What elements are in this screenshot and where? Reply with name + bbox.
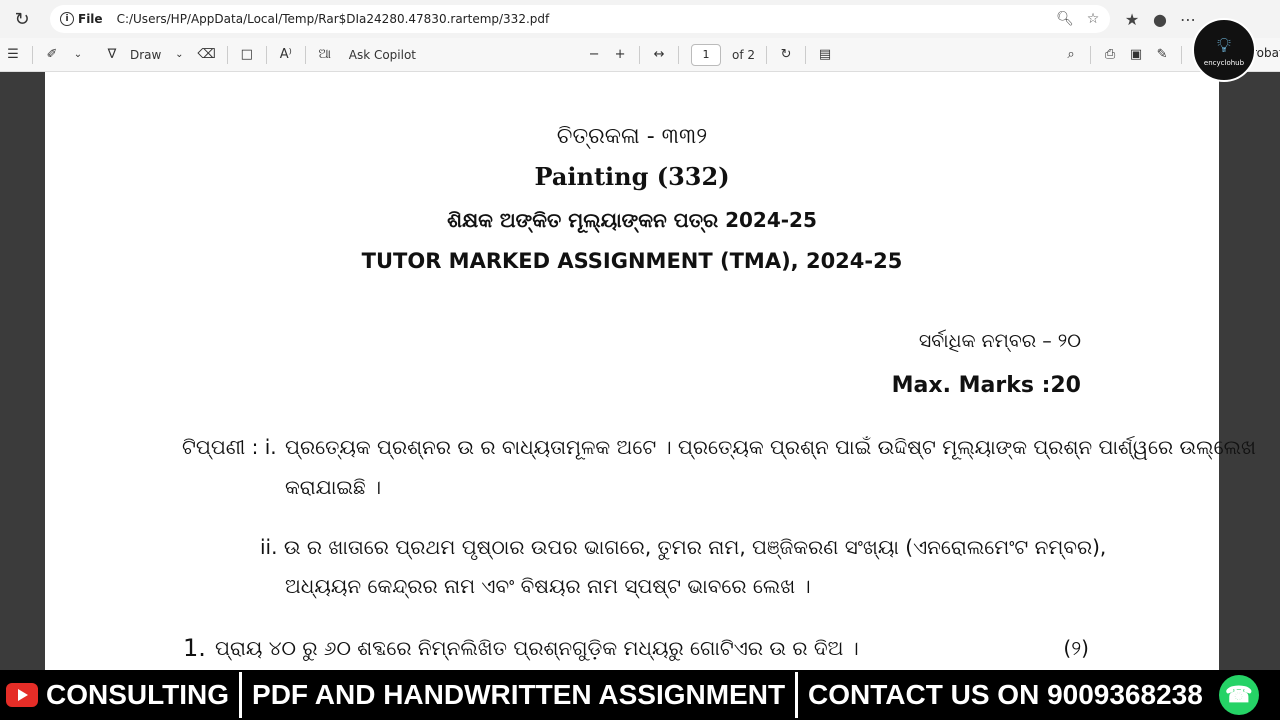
read-aloud-icon[interactable]: A⁾ (273, 42, 299, 68)
banner-divider (795, 672, 799, 718)
page-total-label: of 2 (732, 47, 756, 62)
subject-title-english: Painting (332) (534, 162, 730, 191)
draw-button-label[interactable]: Draw (125, 42, 166, 68)
eraser-icon[interactable]: ⌫ (192, 42, 220, 68)
save-as-icon[interactable]: ✎ (1149, 42, 1175, 68)
note-label: ଟିପ୍ପଣୀ : i. (182, 435, 277, 459)
contents-menu-icon[interactable]: ☰ (0, 42, 26, 68)
question-1-number: 1. (183, 634, 206, 662)
rotate-icon[interactable]: ↻ (773, 42, 799, 68)
zoom-icon[interactable]: 🔍︎ (1054, 11, 1076, 27)
search-icon[interactable]: ⌕ (1058, 42, 1084, 68)
divider (32, 45, 33, 64)
max-marks-english: Max. Marks :20 (891, 373, 1081, 398)
promo-banner: CONSULTING PDF AND HANDWRITTEN ASSIGNMEN… (0, 670, 1280, 720)
translate-icon[interactable]: ଆ (312, 42, 338, 68)
assignment-subtitle-odia: ଶିକ୍ଷକ ଅଙ୍କିତ ମୂଲ୍ୟାଙ୍କନ ପତ୍ର 2024-25 (447, 208, 817, 232)
pdf-toolbar: ☰ ✐ ⌄ ∇ Draw ⌄ ⌫ □ A⁾ ଆ Ask Copilot − + … (0, 38, 1280, 72)
scheme-label: File (78, 12, 103, 26)
question-1-text: ପ୍ରାୟ ୪୦ ରୁ ୬୦ ଶବ୍ଦରେ ନିମ୍ନଲିଖିତ ପ୍ରଶ୍ନଗ… (215, 636, 859, 660)
banner-assignment: PDF AND HANDWRITTEN ASSIGNMENT (252, 679, 786, 710)
note-2-line-2: ଅଧ୍ୟୟନ କେନ୍ଦ୍ରର ନାମ ଏବଂ ବିଷୟର ନାମ ସ୍ପଷ୍ଟ… (285, 574, 811, 598)
zoom-out-icon[interactable]: − (581, 42, 607, 68)
divider (1090, 45, 1092, 64)
note-1-line-1: ପ୍ରତ୍ୟେକ ପ୍ରଶ୍ନର ଉ ର ବାଧ୍ୟତାମୂଳକ ଅଟେ । ପ… (285, 435, 1256, 459)
page-view-icon[interactable]: ▤ (812, 42, 838, 68)
note-2-line-1: ii. ଉ ର ଖାତାରେ ପ୍ରଥମ ପୃଷ୍ଠାର ଉପର ଭାଗରେ, … (260, 535, 1107, 559)
divider (639, 45, 641, 64)
channel-logo: 💡︎ encyclohub (1192, 18, 1256, 82)
divider (805, 45, 807, 64)
draw-icon[interactable]: ∇ (99, 42, 125, 68)
tma-heading: TUTOR MARKED ASSIGNMENT (TMA), 2024-25 (361, 249, 903, 273)
divider (226, 45, 228, 64)
divider (265, 45, 267, 64)
banner-divider (239, 672, 243, 718)
ask-copilot-button[interactable]: Ask Copilot (344, 42, 421, 68)
favorites-icon[interactable]: ★ (1118, 10, 1146, 29)
banner-consulting: CONSULTING (46, 679, 230, 710)
note-1-line-2: କରାଯାଇଛି । (285, 475, 382, 499)
banner-contact: CONTACT US ON 9009368238 (808, 679, 1203, 710)
divider (678, 45, 680, 64)
page-number-input[interactable]: 1 (691, 43, 722, 66)
zoom-in-icon[interactable]: + (607, 42, 633, 68)
acrobat-label[interactable]: robat (1252, 46, 1280, 60)
lightbulb-icon: 💡︎ (1217, 33, 1231, 57)
text-box-icon[interactable]: □ (234, 42, 260, 68)
address-bar[interactable]: i File C:/Users/HP/AppData/Local/Temp/Ra… (50, 5, 1110, 33)
site-info-chip[interactable]: i File (60, 12, 103, 26)
logo-brand-text: encyclohub (1203, 59, 1245, 67)
profile-icon[interactable]: ● (1146, 10, 1174, 29)
whatsapp-icon: ☎ (1218, 675, 1259, 715)
pdf-page: ଚିତ୍ରକଳା - ୩୩୨ Painting (332) ଶିକ୍ଷକ ଅଙ୍… (45, 72, 1256, 670)
info-icon: i (60, 12, 74, 26)
url-text[interactable]: C:/Users/HP/AppData/Local/Temp/Rar$DIa24… (117, 12, 1054, 26)
fit-page-icon[interactable]: ↔ (646, 42, 672, 68)
divider (766, 45, 768, 64)
max-marks-odia: ସର୍ବାଧିକ ନମ୍ବର – ୨୦ (918, 330, 1081, 352)
favorite-star-icon[interactable]: ☆ (1082, 11, 1104, 27)
chevron-down-icon[interactable]: ⌄ (65, 42, 91, 68)
divider (1181, 45, 1183, 64)
divider (304, 45, 306, 64)
subject-title-odia: ଚିତ୍ରକଳା - ୩୩୨ (556, 124, 708, 149)
browser-top-bar: ↻ i File C:/Users/HP/AppData/Local/Temp/… (0, 0, 1280, 38)
save-icon[interactable]: ▣ (1123, 42, 1149, 68)
reload-icon[interactable]: ↻ (8, 5, 36, 33)
more-menu-icon[interactable]: ⋯ (1174, 10, 1202, 29)
highlight-icon[interactable]: ✐ (39, 42, 65, 68)
question-1-marks: (୨) (1063, 636, 1089, 660)
youtube-icon (6, 683, 38, 707)
print-icon[interactable]: ⎙ (1097, 42, 1123, 68)
chevron-down-icon[interactable]: ⌄ (166, 42, 192, 68)
